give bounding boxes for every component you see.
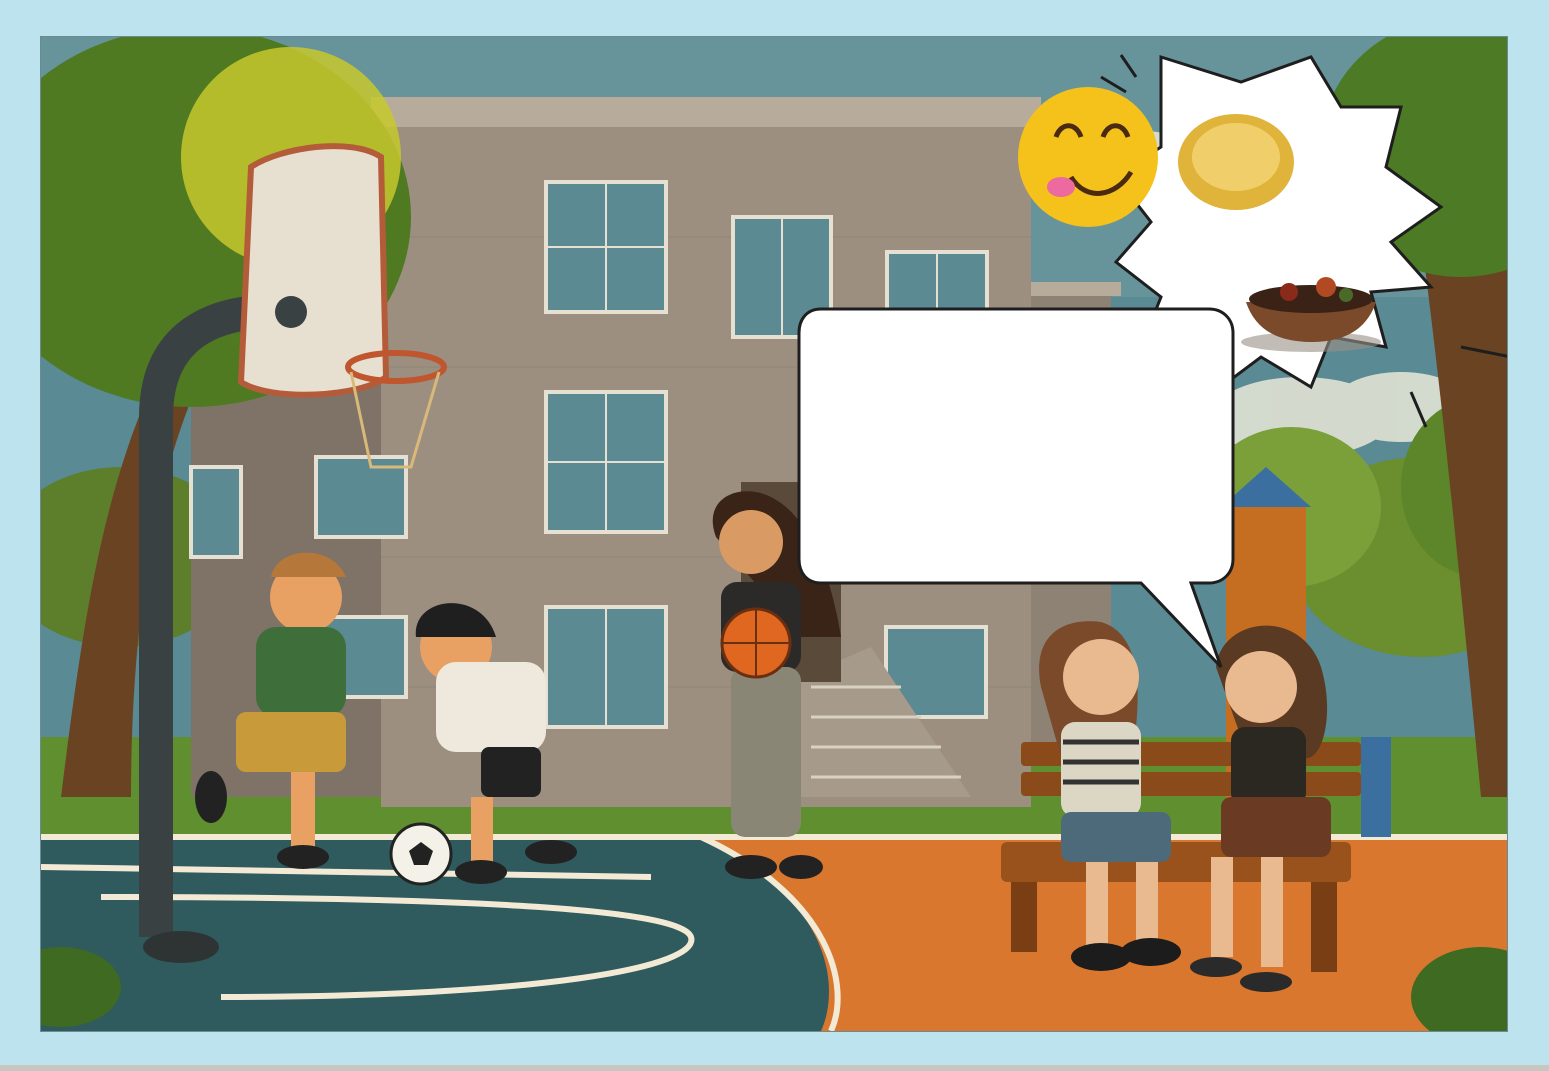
page-background	[0, 0, 1549, 1071]
scene-frame	[40, 36, 1508, 1032]
speech-bubble-text	[853, 357, 1258, 607]
yum-face-emoji-icon	[1018, 87, 1158, 227]
soccer-ball-icon	[389, 822, 453, 886]
fried-noodles-icon	[1178, 114, 1294, 210]
basketball-icon	[720, 607, 792, 679]
bottom-edge-bar	[0, 1065, 1549, 1071]
playground-scene	[41, 37, 1507, 1031]
